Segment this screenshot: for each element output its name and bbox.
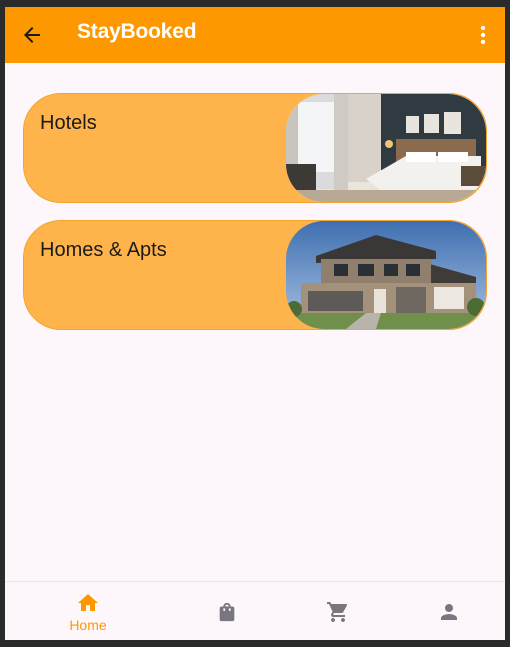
app-title: StayBooked [77,20,197,43]
category-card-hotels[interactable]: Hotels [23,93,487,203]
arrow-left-icon [24,27,40,43]
app-bar: StayBooked [5,7,505,63]
nav-item-bag[interactable] [172,582,282,640]
category-card-homes[interactable]: Homes & Apts [23,220,487,330]
nav-label-home: Home [69,616,107,633]
two-story-house-photo [286,221,486,329]
bottom-navigation: Home [5,581,505,640]
shopping-cart-icon [327,601,348,622]
person-icon [441,603,457,620]
app-window: StayBooked Hotels Homes & Apts Home [5,7,505,640]
more-vert-icon [480,25,486,45]
hotel-bedroom-image [286,94,486,202]
category-label: Hotels [40,112,97,134]
nav-item-profile[interactable] [394,582,504,640]
category-label: Homes & Apts [40,239,167,261]
hotel-bedroom-photo [286,94,486,202]
nav-item-cart[interactable] [283,582,393,640]
overflow-menu-button[interactable] [471,23,495,47]
shopping-bag-icon [219,602,235,621]
house-image [286,221,486,329]
nav-item-home[interactable]: Home [33,582,143,640]
back-button[interactable] [20,23,44,47]
home-icon [78,593,98,611]
